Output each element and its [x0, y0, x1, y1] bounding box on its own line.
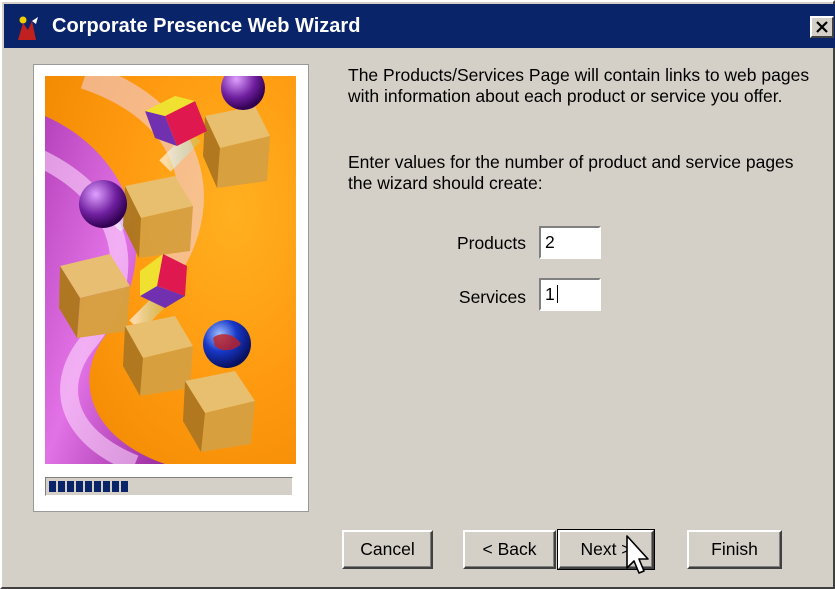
back-button[interactable]: < Back	[463, 530, 556, 569]
progress-segment	[121, 481, 128, 492]
wizard-illustration	[45, 76, 296, 464]
window-title: Corporate Presence Web Wizard	[52, 15, 361, 37]
progress-segment	[58, 481, 65, 492]
progress-fill	[49, 481, 289, 492]
progress-segment	[76, 481, 83, 492]
page-description: The Products/Services Page will contain …	[348, 65, 810, 106]
progress-segment	[49, 481, 56, 492]
wizard-window: Corporate Presence Web Wizard The Produc…	[0, 0, 835, 589]
progress-bar	[45, 477, 293, 496]
cancel-button[interactable]: Cancel	[342, 530, 433, 569]
wizard-app-icon	[18, 16, 38, 40]
progress-segment	[112, 481, 119, 492]
progress-segment	[85, 481, 92, 492]
instruction-text: Enter values for the number of product a…	[348, 152, 794, 193]
title-bar[interactable]: Corporate Presence Web Wizard	[4, 4, 835, 48]
progress-segment	[67, 481, 74, 492]
services-input[interactable]	[539, 278, 601, 311]
progress-segment	[94, 481, 101, 492]
text-caret	[557, 285, 558, 303]
products-label: Products	[456, 233, 526, 253]
finish-button[interactable]: Finish	[687, 530, 782, 569]
mouse-pointer-icon	[626, 535, 649, 574]
progress-segment	[103, 481, 110, 492]
close-icon	[816, 21, 828, 33]
products-input[interactable]	[539, 226, 601, 259]
close-button[interactable]	[810, 16, 834, 38]
services-label: Services	[458, 287, 526, 307]
